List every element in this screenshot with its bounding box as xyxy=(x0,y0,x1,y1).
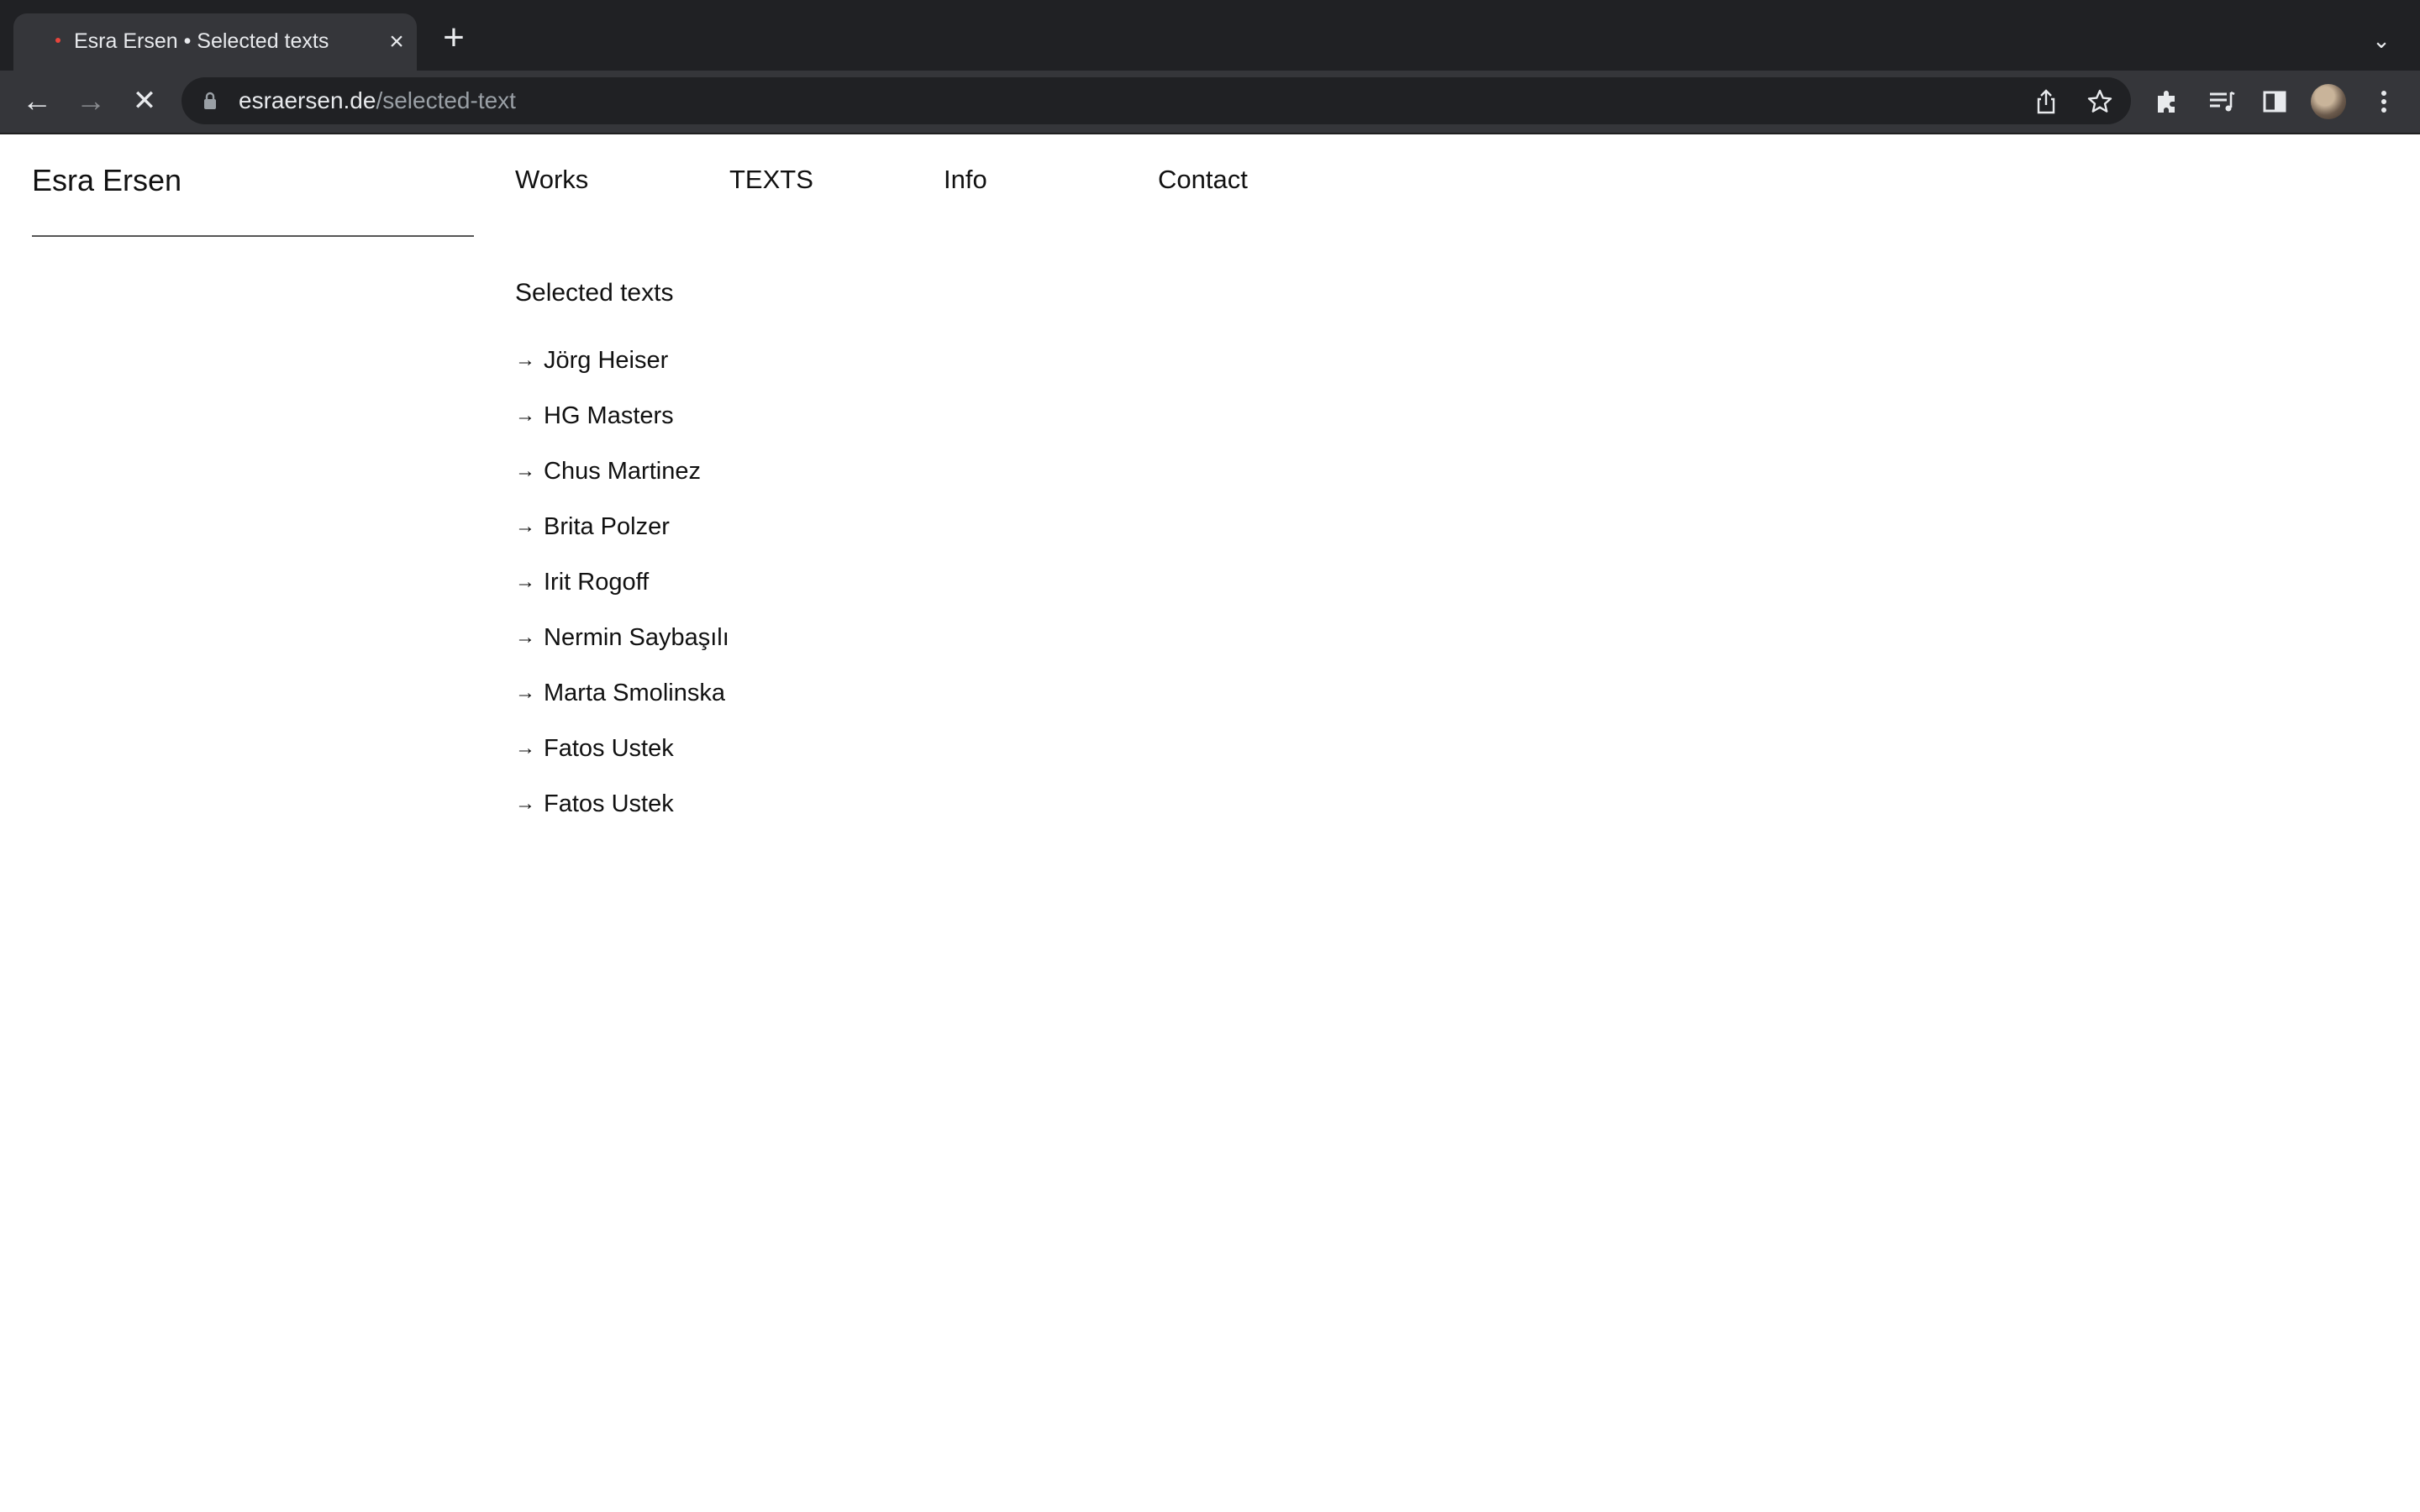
text-link-item[interactable]: → HG Masters xyxy=(515,388,729,444)
stop-icon[interactable]: ✕ xyxy=(126,82,163,119)
lock-icon[interactable] xyxy=(203,91,217,111)
text-link-item[interactable]: → Irit Rogoff xyxy=(515,554,729,610)
reading-list-icon[interactable] xyxy=(2205,86,2237,118)
page-content: Esra Ersen Works TEXTS Info Contact Sele… xyxy=(0,134,2420,1512)
nav-contact[interactable]: Contact xyxy=(1158,165,1248,195)
text-link-item[interactable]: → Marta Smolinska xyxy=(515,665,729,721)
texts-list: → Jörg Heiser → HG Masters → Chus Martinez … xyxy=(515,333,729,832)
arrow-right-icon: → xyxy=(515,570,535,593)
browser-tab-active[interactable]: Esra Ersen • Selected texts × xyxy=(13,13,417,71)
star-icon[interactable] xyxy=(2086,87,2114,116)
text-link-item[interactable]: → Brita Polzer xyxy=(515,499,729,554)
nav-texts[interactable]: TEXTS xyxy=(729,165,813,195)
side-panel-icon[interactable] xyxy=(2259,86,2291,118)
new-tab-button[interactable]: + xyxy=(437,19,471,56)
arrow-right-icon: → xyxy=(515,349,535,371)
text-author[interactable]: Nermin Saybaşılı xyxy=(544,610,729,665)
extensions-icon[interactable] xyxy=(2151,86,2183,118)
close-tab-icon[interactable]: × xyxy=(383,29,410,55)
nav-works[interactable]: Works xyxy=(515,165,588,195)
arrow-right-icon: → xyxy=(515,404,535,427)
site-title[interactable]: Esra Ersen xyxy=(32,163,182,198)
url-path: /selected-text xyxy=(376,87,516,113)
title-divider xyxy=(32,235,474,237)
text-link-item[interactable]: → Chus Martinez xyxy=(515,444,729,499)
share-icon[interactable] xyxy=(2032,87,2060,116)
text-author[interactable]: HG Masters xyxy=(544,388,674,444)
arrow-right-icon: → xyxy=(515,737,535,759)
text-link-item[interactable]: → Fatos Ustek xyxy=(515,721,729,776)
back-icon[interactable]: ← xyxy=(18,82,55,119)
menu-icon[interactable] xyxy=(2368,86,2400,118)
text-author[interactable]: Jörg Heiser xyxy=(544,333,668,388)
arrow-right-icon: → xyxy=(515,792,535,815)
address-bar[interactable]: esraersen.de/selected-text xyxy=(182,77,2131,124)
tab-search-chevron-icon[interactable]: ⌄ xyxy=(2366,25,2396,55)
tab-title: Esra Ersen • Selected texts xyxy=(74,29,329,53)
url-host: esraersen.de xyxy=(239,87,376,113)
arrow-right-icon: → xyxy=(515,459,535,482)
arrow-right-icon: → xyxy=(515,626,535,648)
arrow-right-icon: → xyxy=(515,515,535,538)
browser-toolbar: ← → ✕ esraersen.de/selected-text xyxy=(0,71,2420,134)
text-author[interactable]: Chus Martinez xyxy=(544,444,701,499)
browser-tabstrip: Esra Ersen • Selected texts × + ⌄ xyxy=(0,0,2420,71)
text-author[interactable]: Fatos Ustek xyxy=(544,721,674,776)
url-text[interactable]: esraersen.de/selected-text xyxy=(239,77,516,124)
text-author[interactable]: Irit Rogoff xyxy=(544,554,649,610)
text-author[interactable]: Fatos Ustek xyxy=(544,776,674,832)
text-author[interactable]: Marta Smolinska xyxy=(544,665,725,721)
arrow-right-icon: → xyxy=(515,681,535,704)
favicon-icon xyxy=(55,38,60,43)
nav-info[interactable]: Info xyxy=(944,165,987,195)
text-link-item[interactable]: → Jörg Heiser xyxy=(515,333,729,388)
forward-icon[interactable]: → xyxy=(72,82,109,119)
section-heading: Selected texts xyxy=(515,279,674,307)
text-author[interactable]: Brita Polzer xyxy=(544,499,670,554)
text-link-item[interactable]: → Nermin Saybaşılı xyxy=(515,610,729,665)
text-link-item[interactable]: → Fatos Ustek xyxy=(515,776,729,832)
profile-avatar[interactable] xyxy=(2311,84,2346,119)
